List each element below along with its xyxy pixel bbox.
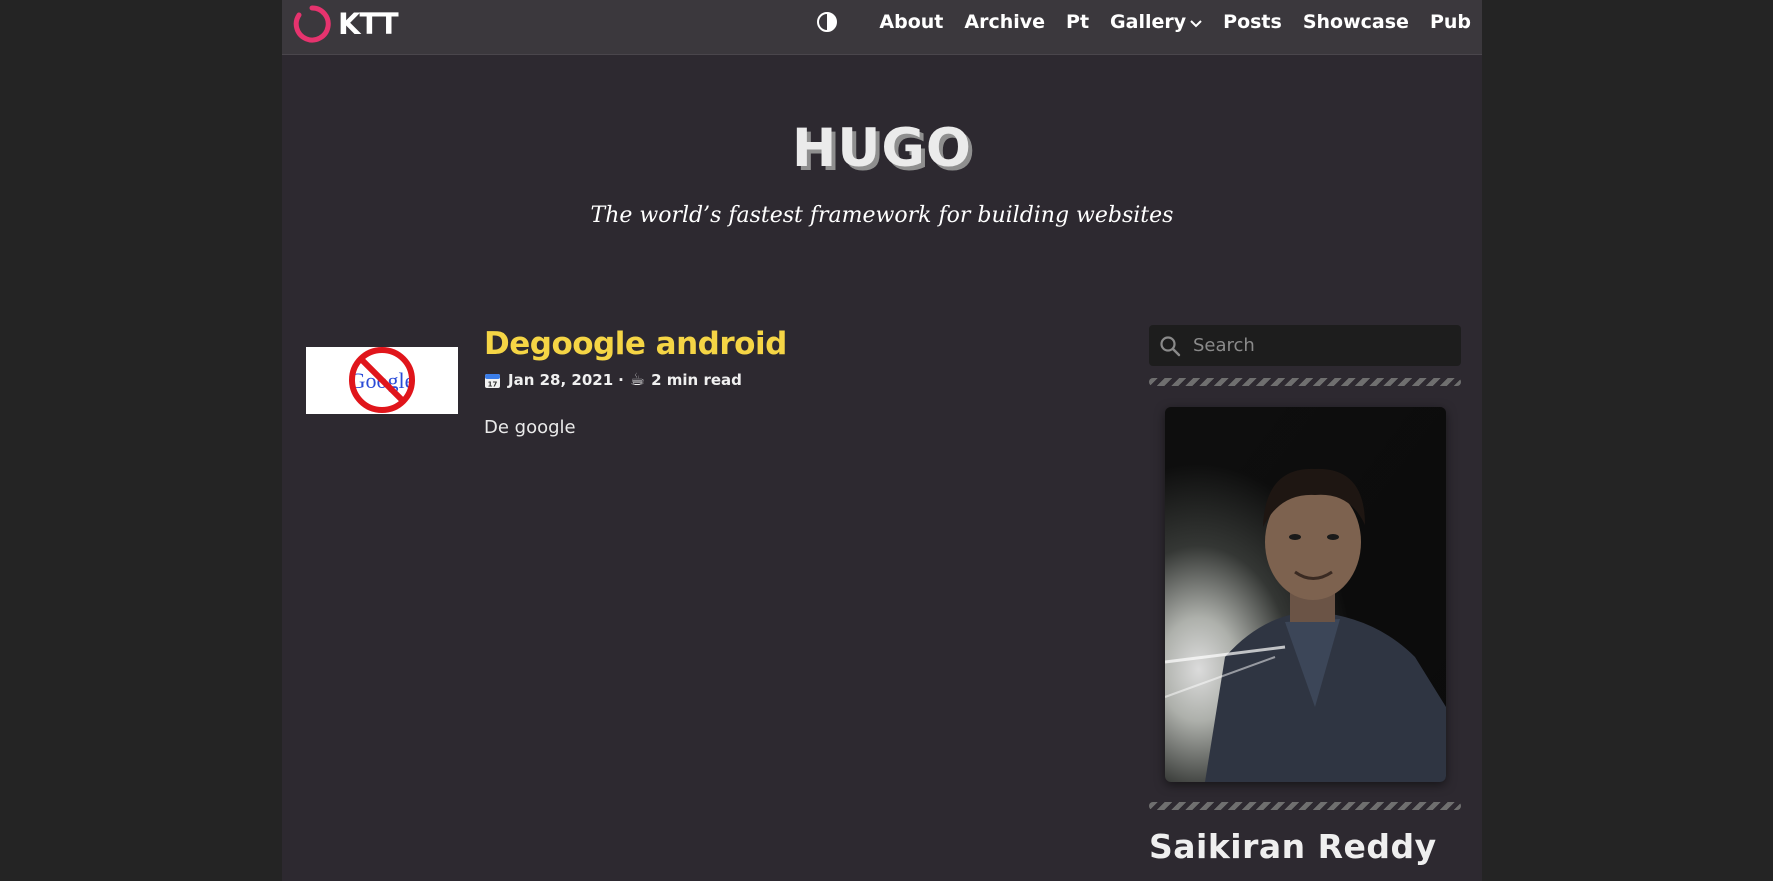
- logo-ring-icon: [293, 5, 331, 43]
- page-container: KTT About Archive Pt Gallery Posts Showc…: [282, 0, 1482, 881]
- hero-subtitle: The world’s fastest framework for buildi…: [590, 203, 1174, 228]
- post-excerpt: De google: [484, 417, 576, 438]
- no-google-image: Google: [349, 347, 415, 413]
- author-name: Saikiran Reddy: [1149, 827, 1437, 866]
- search-icon: [1160, 335, 1181, 356]
- nav-item-about[interactable]: About: [879, 11, 943, 33]
- search-input[interactable]: [1191, 334, 1455, 357]
- author-avatar: [1165, 407, 1446, 782]
- site-logo-link[interactable]: KTT: [292, 4, 399, 44]
- post-meta: 17 Jan 28, 2021 · ☕ 2 min read: [484, 370, 742, 390]
- post-thumbnail[interactable]: Google: [306, 347, 458, 414]
- contrast-half-circle-icon[interactable]: [816, 11, 838, 33]
- main-nav: About Archive Pt Gallery Posts Showcase …: [816, 0, 1471, 44]
- post-title[interactable]: Degoogle android: [484, 326, 787, 362]
- nav-item-posts[interactable]: Posts: [1223, 11, 1282, 33]
- sidebar-divider-2: [1149, 802, 1461, 810]
- site-name: KTT: [338, 7, 399, 41]
- post-read-time: 2 min read: [651, 371, 742, 389]
- hero-title: HUGO: [792, 118, 972, 179]
- nav-item-showcase[interactable]: Showcase: [1303, 11, 1409, 33]
- calendar-icon: 17: [485, 373, 500, 388]
- chevron-down-icon: [1190, 19, 1202, 27]
- coffee-icon: ☕: [629, 370, 646, 390]
- sidebar-divider: [1149, 378, 1461, 386]
- nav-item-pub[interactable]: Pub: [1430, 11, 1471, 33]
- nav-item-gallery-label: Gallery: [1110, 11, 1187, 33]
- nav-item-gallery[interactable]: Gallery: [1110, 11, 1202, 33]
- svg-text:17: 17: [488, 380, 498, 388]
- top-navbar: KTT About Archive Pt Gallery Posts Showc…: [282, 0, 1482, 55]
- post-date: Jan 28, 2021: [508, 371, 614, 389]
- nav-item-pt[interactable]: Pt: [1066, 11, 1089, 33]
- author-photo: [1165, 407, 1446, 782]
- nav-item-archive[interactable]: Archive: [964, 11, 1045, 33]
- search-box: [1149, 325, 1461, 366]
- meta-separator: ·: [618, 371, 624, 389]
